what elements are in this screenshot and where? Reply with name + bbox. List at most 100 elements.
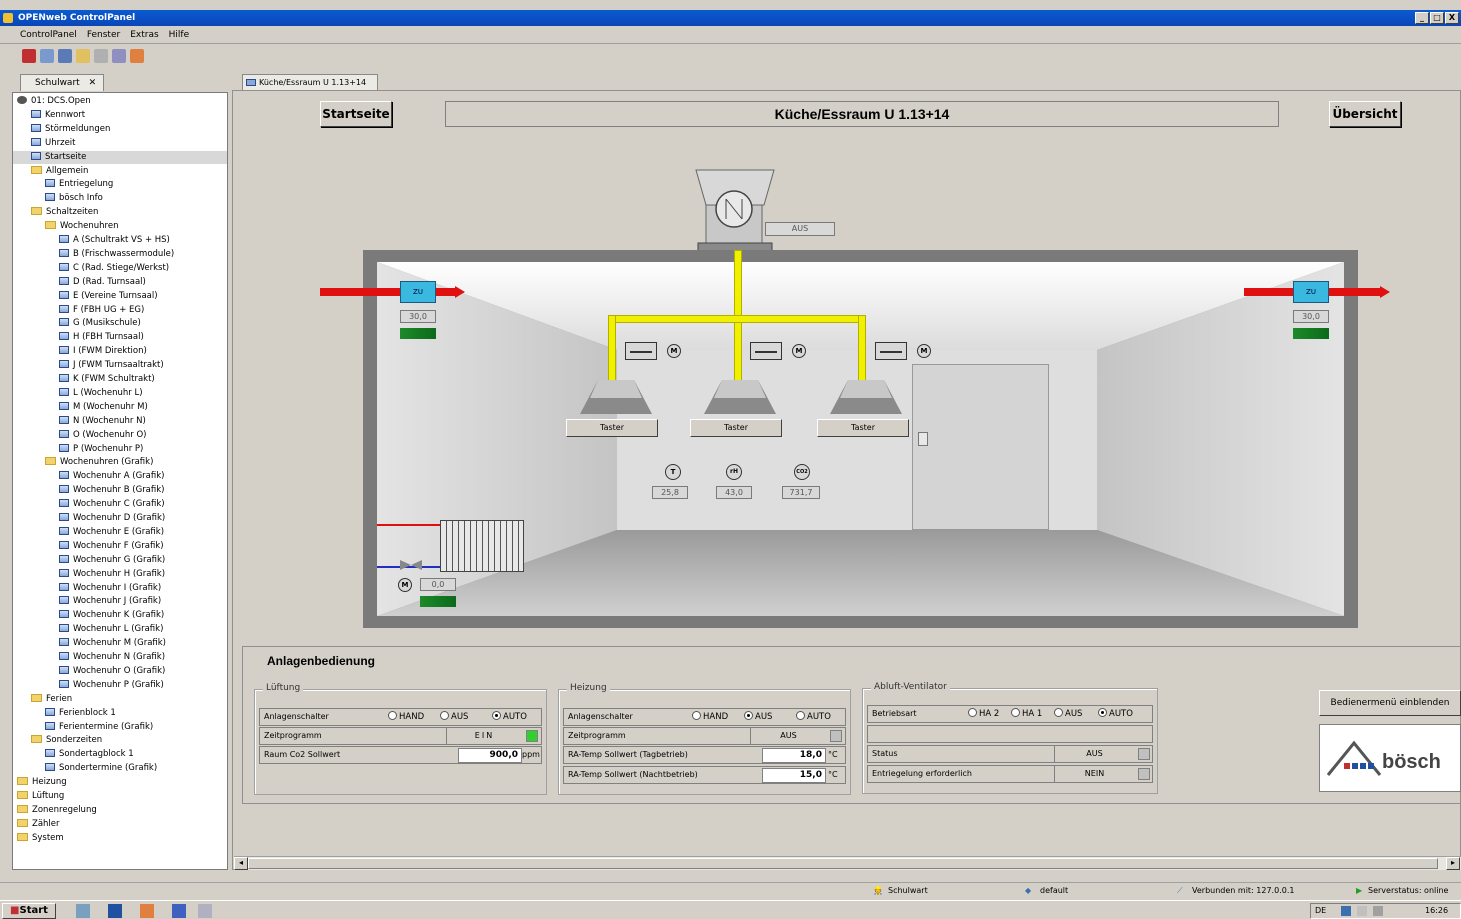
scroll-left-icon[interactable]: ◂	[234, 857, 248, 870]
tree-item[interactable]: Sonderzeiten	[31, 734, 102, 747]
tree-item[interactable]: Wochenuhr M (Grafik)	[59, 637, 166, 650]
tree-item[interactable]: Zonenregelung	[17, 804, 97, 817]
menu-fenster[interactable]: Fenster	[87, 27, 120, 43]
lueftung-co2-input[interactable]: 900,0	[458, 748, 522, 763]
tree-item[interactable]: Wochenuhr O (Grafik)	[59, 665, 165, 678]
lueftung-radio-aus[interactable]: AUS	[440, 709, 468, 725]
heizung-radio-hand[interactable]: HAND	[692, 709, 728, 725]
app-task-icon[interactable]	[140, 904, 154, 918]
language-indicator[interactable]: DE	[1315, 904, 1326, 918]
tree-item[interactable]: Startseite	[13, 150, 227, 164]
tree-item[interactable]: L (Wochenuhr L)	[59, 387, 143, 400]
heizung-tag-input[interactable]: 18,0	[762, 748, 826, 763]
tree-item[interactable]: M (Wochenuhr M)	[59, 401, 148, 414]
tree-item[interactable]: Ferien	[31, 693, 72, 706]
taster-button-2[interactable]: Taster	[690, 419, 782, 437]
tab-kueche[interactable]: Küche/Essraum U 1.13+14	[242, 74, 378, 90]
tree-item[interactable]: Störmeldungen	[31, 123, 110, 136]
taster-button-1[interactable]: Taster	[566, 419, 658, 437]
tree-item[interactable]: Allgemein	[31, 165, 88, 178]
tree-item[interactable]: Heizung	[17, 776, 67, 789]
tree-item[interactable]: Wochenuhr G (Grafik)	[59, 554, 165, 567]
tree-item[interactable]: Wochenuhr A (Grafik)	[59, 470, 164, 483]
tree-item[interactable]: Sondertagblock 1	[45, 748, 134, 761]
abluft-radio-ha1[interactable]: HA 1	[1011, 706, 1042, 722]
app-task-icon[interactable]	[172, 904, 186, 918]
tree-item[interactable]: Wochenuhr K (Grafik)	[59, 609, 164, 622]
tree-item[interactable]: Ferientermine (Grafik)	[45, 721, 153, 734]
tree-item[interactable]: I (FWM Direktion)	[59, 345, 147, 358]
minimize-button[interactable]: _	[1415, 12, 1429, 24]
screen-icon[interactable]	[94, 49, 108, 63]
horizontal-scrollbar[interactable]: ◂ ▸	[234, 856, 1461, 870]
tree-item[interactable]: K (FWM Schultrakt)	[59, 373, 155, 386]
desktop-icon[interactable]	[108, 904, 122, 918]
tree-item[interactable]: Ferienblock 1	[45, 707, 116, 720]
tree-item[interactable]: Wochenuhren	[45, 220, 118, 233]
tree-item[interactable]: System	[17, 832, 64, 845]
abluft-radio-aus[interactable]: AUS	[1054, 706, 1082, 722]
tree-item[interactable]: Zähler	[17, 818, 60, 831]
tree-item[interactable]: N (Wochenuhr N)	[59, 415, 146, 428]
taster-button-3[interactable]: Taster	[817, 419, 909, 437]
quicklaunch-icon[interactable]	[76, 904, 90, 918]
close-icon[interactable]: ✕	[89, 78, 97, 88]
menu-hilfe[interactable]: Hilfe	[169, 27, 189, 43]
tree-item[interactable]: B (Frischwassermodule)	[59, 248, 174, 261]
tree-item[interactable]: D (Rad. Turnsaal)	[59, 276, 146, 289]
tree-item[interactable]: Wochenuhr H (Grafik)	[59, 568, 165, 581]
tree-item[interactable]: G (Musikschule)	[59, 317, 141, 330]
tree-item[interactable]: Wochenuhr B (Grafik)	[59, 484, 165, 497]
tree-item[interactable]: Wochenuhr N (Grafik)	[59, 651, 165, 664]
heizung-radio-aus[interactable]: AUS	[744, 709, 772, 725]
scroll-thumb[interactable]	[248, 858, 1438, 869]
tree-item[interactable]: Wochenuhr P (Grafik)	[59, 679, 164, 692]
tree-item[interactable]: Wochenuhr D (Grafik)	[59, 512, 165, 525]
network-icon[interactable]	[1341, 906, 1351, 916]
tree-item[interactable]: P (Wochenuhr P)	[59, 443, 143, 456]
tree-item[interactable]: E (Vereine Turnsaal)	[59, 290, 158, 303]
tree-item[interactable]: O (Wochenuhr O)	[59, 429, 146, 442]
tree-item[interactable]: Lüftung	[17, 790, 64, 803]
tab-schulwart[interactable]: Schulwart ✕	[20, 74, 104, 91]
tree-item[interactable]: 01: DCS.Open	[17, 95, 91, 108]
tree-item[interactable]: Wochenuhr F (Grafik)	[59, 540, 164, 553]
tray-icon[interactable]	[1373, 906, 1383, 916]
close-button[interactable]: X	[1445, 12, 1459, 24]
menu-controlpanel[interactable]: ControlPanel	[20, 27, 77, 43]
grid-icon[interactable]	[58, 49, 72, 63]
exhaust-fan-icon[interactable]	[690, 165, 780, 255]
tree-item[interactable]: Uhrzeit	[31, 137, 76, 150]
tree-item[interactable]: C (Rad. Stiege/Werkst)	[59, 262, 169, 275]
uebersicht-button[interactable]: Übersicht	[1329, 101, 1401, 127]
tree-item[interactable]: Sondertermine (Grafik)	[45, 762, 157, 775]
abluft-radio-auto[interactable]: AUTO	[1098, 706, 1133, 722]
maximize-button[interactable]: □	[1430, 12, 1444, 24]
tree-item[interactable]: Entriegelung	[45, 178, 113, 191]
chat-icon[interactable]	[130, 49, 144, 63]
pin-icon[interactable]	[22, 49, 36, 63]
window-titlebar[interactable]: OPENweb ControlPanel _ □ X	[0, 10, 1461, 26]
heizung-nacht-input[interactable]: 15,0	[762, 768, 826, 783]
tree-item[interactable]: Wochenuhr I (Grafik)	[59, 582, 161, 595]
tree-item[interactable]: Wochenuhr J (Grafik)	[59, 595, 161, 608]
tree-icon[interactable]	[40, 49, 54, 63]
tree-item[interactable]: F (FBH UG + EG)	[59, 304, 144, 317]
damper-left-icon[interactable]: ZU	[400, 281, 436, 303]
heizung-radio-auto[interactable]: AUTO	[796, 709, 831, 725]
tree-item[interactable]: Kennwort	[31, 109, 85, 122]
tree-item[interactable]: Wochenuhr C (Grafik)	[59, 498, 165, 511]
abluft-radio-ha2[interactable]: HA 2	[968, 706, 999, 722]
tree-item[interactable]: Wochenuhr E (Grafik)	[59, 526, 164, 539]
tree-item[interactable]: J (FWM Turnsaaltrakt)	[59, 359, 164, 372]
tree-item[interactable]: H (FBH Turnsaal)	[59, 331, 144, 344]
tree-item[interactable]: Schaltzeiten	[31, 206, 98, 219]
bedienermenue-button[interactable]: Bedienermenü einblenden	[1319, 690, 1461, 716]
volume-icon[interactable]	[1357, 906, 1367, 916]
tree-item[interactable]: A (Schultrakt VS + HS)	[59, 234, 170, 247]
lueftung-radio-hand[interactable]: HAND	[388, 709, 424, 725]
tree-item[interactable]: Wochenuhr L (Grafik)	[59, 623, 163, 636]
pointer-icon[interactable]	[112, 49, 126, 63]
menu-extras[interactable]: Extras	[130, 27, 158, 43]
damper-right-icon[interactable]: ZU	[1293, 281, 1329, 303]
